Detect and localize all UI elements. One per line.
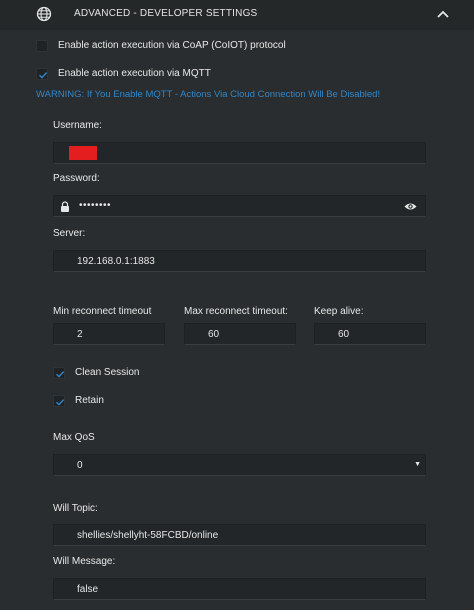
mqtt-checkbox[interactable] [36,68,48,80]
password-input[interactable]: •••••••• [53,195,426,217]
username-input[interactable] [53,142,426,164]
redaction-box [69,146,97,160]
will-topic-label: Will Topic: [53,503,98,514]
will-topic-input[interactable]: shellies/shellyht-58FCBD/online [53,524,426,546]
username-label: Username: [53,120,102,131]
lock-icon [61,201,69,212]
mqtt-warning: WARNING: If You Enable MQTT - Actions Vi… [36,89,381,100]
keep-alive-input[interactable]: 60 [314,323,426,345]
coap-label: Enable action execution via CoAP (CoIOT)… [58,40,286,51]
password-mask: •••••••• [79,200,112,211]
coap-checkbox[interactable] [36,40,48,52]
checkmark-icon [56,399,65,406]
password-label: Password: [53,173,100,184]
checkmark-icon [56,371,65,378]
section-header[interactable]: ADVANCED - DEVELOPER SETTINGS [0,0,474,30]
min-reconnect-label: Min reconnect timeout [53,306,152,317]
max-qos-select[interactable]: 0 ▼ [53,454,426,476]
min-reconnect-input[interactable]: 2 [53,323,165,345]
clean-session-checkbox[interactable] [53,367,65,379]
clean-session-option[interactable] [53,365,65,381]
will-message-input[interactable]: false [53,578,426,600]
chevron-up-icon[interactable] [436,8,450,20]
globe-icon [36,6,52,22]
checkmark-icon [39,72,48,79]
retain-label: Retain [75,395,104,406]
eye-icon[interactable] [404,202,417,211]
section-title: ADVANCED - DEVELOPER SETTINGS [74,8,258,19]
mqtt-option[interactable] [36,66,48,82]
keep-alive-label: Keep alive: [314,306,364,317]
coap-option[interactable] [36,38,48,54]
max-qos-label: Max QoS [53,432,95,443]
retain-checkbox[interactable] [53,395,65,407]
mqtt-label: Enable action execution via MQTT [58,68,211,79]
retain-option[interactable] [53,393,65,409]
server-input[interactable]: 192.168.0.1:1883 [53,250,426,272]
settings-panel: ADVANCED - DEVELOPER SETTINGS Enable act… [0,0,474,610]
max-reconnect-label: Max reconnect timeout: [184,306,288,317]
dropdown-caret-icon: ▼ [414,461,421,468]
server-label: Server: [53,228,86,239]
max-reconnect-input[interactable]: 60 [184,323,296,345]
will-message-label: Will Message: [53,556,116,567]
clean-session-label: Clean Session [75,367,140,378]
